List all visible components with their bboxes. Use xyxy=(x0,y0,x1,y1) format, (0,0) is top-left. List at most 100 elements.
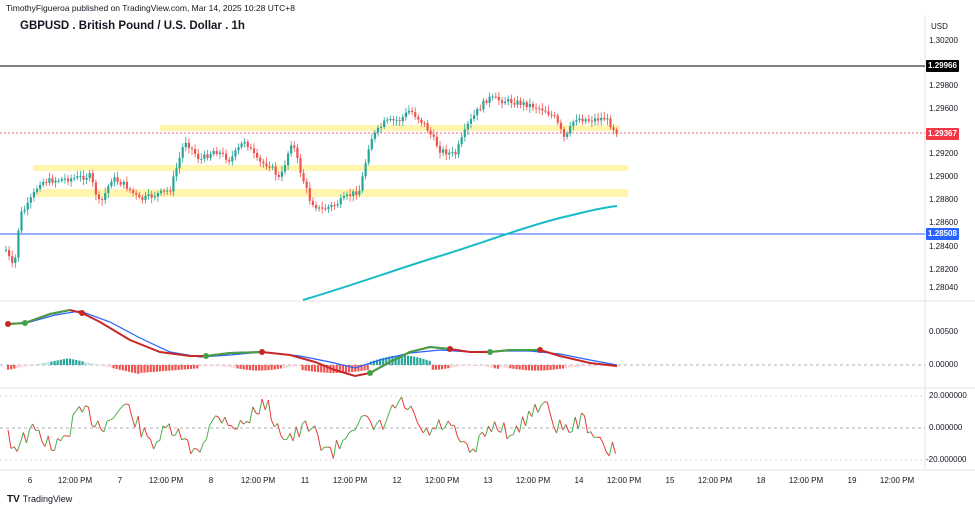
histogram-bar xyxy=(146,365,149,373)
candle-body xyxy=(76,176,79,178)
candle-body xyxy=(70,178,73,182)
osc2-line-segment xyxy=(590,431,595,438)
osc2-line-segment xyxy=(478,431,483,436)
candle-body xyxy=(23,209,26,212)
candle-body xyxy=(376,127,380,133)
price-tag-current: 1.29367 xyxy=(926,128,959,140)
histogram-bar xyxy=(202,365,205,367)
histogram-bar xyxy=(44,362,47,365)
osc2-line-segment xyxy=(367,416,372,422)
osc2-line-segment xyxy=(181,438,185,441)
candle-body xyxy=(79,175,82,177)
histogram-bar xyxy=(546,365,549,371)
osc2-line-segment xyxy=(298,423,303,438)
histogram-bar xyxy=(568,365,571,368)
candle-body xyxy=(606,118,609,120)
histogram-bar xyxy=(493,365,496,369)
candle-body xyxy=(277,174,280,177)
osc2-line-segment xyxy=(162,425,167,429)
candle-body xyxy=(386,119,389,121)
histogram-bar xyxy=(422,358,425,365)
chart-canvas[interactable] xyxy=(0,0,975,510)
price-tick: 1.28400 xyxy=(929,242,958,251)
cross-dot xyxy=(487,349,493,355)
candle-body xyxy=(8,249,11,257)
histogram-bar xyxy=(100,365,103,366)
time-label: 14 xyxy=(574,476,584,485)
candle-body xyxy=(311,200,314,206)
candle-body xyxy=(147,194,150,196)
time-label: 12:00 PM xyxy=(240,476,276,485)
osc2-line-segment xyxy=(236,420,241,430)
tradingview-logo-icon: TV xyxy=(7,494,20,505)
osc2-line-segment xyxy=(190,448,195,455)
candle-body xyxy=(476,109,479,116)
candle-body xyxy=(26,202,29,210)
histogram-bar xyxy=(558,365,561,369)
histogram-bar xyxy=(261,365,264,371)
histogram-bar xyxy=(72,359,75,365)
osc2-line-segment xyxy=(584,415,589,434)
candle-body xyxy=(54,180,57,183)
histogram-bar xyxy=(7,365,10,370)
candle-body xyxy=(445,149,448,155)
osc2-line-segment xyxy=(91,424,96,428)
histogram-bar xyxy=(552,365,555,370)
candle-body xyxy=(17,230,20,258)
candle-body xyxy=(392,118,395,121)
cross-dot xyxy=(79,310,85,316)
brand-footer[interactable]: TV TradingView xyxy=(7,494,72,505)
histogram-bar xyxy=(295,365,298,367)
histogram-bar xyxy=(174,365,177,371)
candle-body xyxy=(197,153,200,160)
candle-body xyxy=(296,147,299,158)
osc2-line-segment xyxy=(270,419,275,428)
histogram-bar xyxy=(524,365,527,371)
candle-body xyxy=(584,119,587,122)
osc2-line-segment xyxy=(302,420,306,424)
candle-body xyxy=(587,119,590,121)
histogram-bar xyxy=(596,365,599,366)
candle-body xyxy=(184,142,187,148)
histogram-bar xyxy=(366,365,369,371)
candle-body xyxy=(473,115,476,119)
histogram-bar xyxy=(468,365,472,366)
osc2-line-segment xyxy=(456,436,461,443)
candle-body xyxy=(60,179,63,181)
osc2-line-segment xyxy=(388,404,393,413)
candle-body xyxy=(426,123,429,131)
candle-body xyxy=(91,173,94,183)
candle-body xyxy=(438,146,442,153)
histogram-bar xyxy=(121,365,124,371)
candle-body xyxy=(125,181,128,189)
histogram-bar xyxy=(103,365,106,367)
osc2-line-segment xyxy=(305,420,310,432)
osc2-line-segment xyxy=(264,399,269,411)
osc2-line-segment xyxy=(280,434,285,441)
osc2-line-segment xyxy=(329,447,334,459)
histogram-bar xyxy=(140,365,143,373)
candle-body xyxy=(516,100,519,105)
candle-body xyxy=(110,181,113,187)
osc2-line-segment xyxy=(202,439,207,444)
histogram-bar xyxy=(242,365,245,370)
osc2-line-segment xyxy=(168,423,173,436)
candle-body xyxy=(330,205,333,207)
time-label: 12:00 PM xyxy=(57,476,93,485)
candle-body xyxy=(345,194,349,197)
osc2-line-segment xyxy=(549,414,554,426)
candle-body xyxy=(218,152,221,154)
cross-dot xyxy=(367,370,373,376)
time-label: 12 xyxy=(392,476,402,485)
histogram-bar xyxy=(577,365,580,367)
osc2-line-segment xyxy=(292,426,297,442)
candle-body xyxy=(380,126,383,128)
osc2-line-segment xyxy=(159,425,164,441)
histogram-bar xyxy=(199,365,202,367)
candle-body xyxy=(194,148,197,154)
candle-body xyxy=(107,186,110,194)
candle-body xyxy=(206,154,209,158)
candle-body xyxy=(66,178,70,182)
histogram-bar xyxy=(506,365,509,368)
candle-body xyxy=(42,181,45,185)
